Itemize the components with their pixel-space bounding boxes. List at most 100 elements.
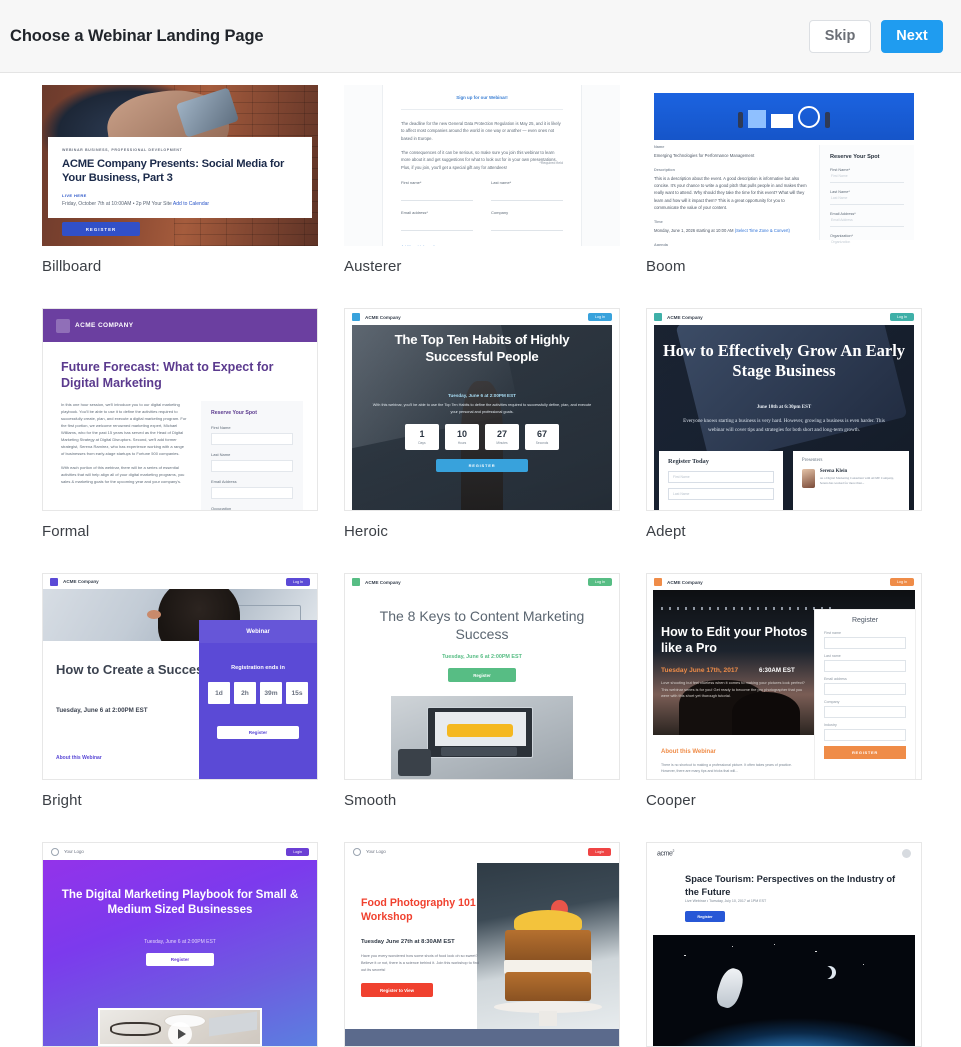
playbook-title: The Digital Marketing Playbook for Small… [61, 888, 299, 917]
boom-timezone-link[interactable]: (Select Time Zone & Convert) [735, 228, 790, 233]
template-card-billboard[interactable]: WEBINAR BUSINESS, PROFESSIONAL DEVELOPME… [42, 85, 318, 308]
food-register-button[interactable]: Register to View [361, 983, 433, 997]
countdown-unit: 2h [234, 682, 256, 704]
cooper-form-label: First name [824, 631, 841, 635]
formal-paragraph-1: In this one hour session, we'll introduc… [61, 402, 187, 456]
boom-name-value: Emerging Technologies for Performance Ma… [654, 153, 755, 158]
bright-login-button[interactable]: Log In [286, 577, 310, 586]
heroic-title: The Top Ten Habits of Highly Successful … [394, 332, 570, 365]
bright-register-button[interactable]: Register [217, 726, 299, 739]
template-label-cooper: Cooper [646, 792, 696, 809]
template-preview-adept[interactable]: ACME Company Log In How to Effectively G… [646, 308, 922, 511]
billboard-title: ACME Company Presents: Social Media for … [62, 158, 285, 185]
billboard-calendar-link[interactable]: Add to Calendar [173, 201, 209, 207]
template-preview-smooth[interactable]: ACME Company Log In The 8 Keys to Conten… [344, 573, 620, 780]
adept-title: How to Effectively Grow An Early Stage B… [662, 341, 906, 381]
template-grid: WEBINAR BUSINESS, PROFESSIONAL DEVELOPME… [0, 73, 961, 1047]
play-icon[interactable] [168, 1021, 192, 1044]
playbook-register-button[interactable]: Register [146, 953, 214, 966]
template-card-boom[interactable]: Name Emerging Technologies for Performan… [646, 85, 922, 308]
austerer-top-link[interactable]: Sign up for our Webinar! [401, 95, 563, 100]
template-preview-heroic[interactable]: ACME Company Log In The Top Ten Habits o… [344, 308, 620, 511]
smooth-date: Tuesday, June 6 at 2:00PM EST [442, 654, 522, 660]
template-card-cooper[interactable]: ACME Company Log In How to Edit your Pho… [646, 573, 922, 842]
smooth-login-button[interactable]: Log In [588, 578, 612, 586]
bright-about-link[interactable]: About this Webinar [56, 755, 102, 761]
boom-time-label: Time [654, 219, 663, 224]
formal-form-input[interactable] [211, 487, 293, 499]
template-card-space[interactable]: acme2 Space Tourism: Perspectives on the… [646, 842, 922, 1047]
formal-form-title: Reserve Your Spot [211, 410, 257, 416]
austerer-required-note: *Required field [539, 161, 563, 165]
adept-register-input[interactable]: First Name [668, 471, 774, 483]
template-preview-boom[interactable]: Name Emerging Technologies for Performan… [646, 85, 922, 246]
playbook-login-button[interactable]: Login [286, 847, 309, 856]
template-card-formal[interactable]: ACME COMPANY Future Forecast: What to Ex… [42, 308, 318, 573]
food-subtitle: Have you every wondered how some shots o… [361, 954, 479, 972]
boom-form-input[interactable]: First Name [830, 174, 904, 183]
bright-registration-panel: Webinar Registration ends in 1d 2h 39m 1… [199, 620, 317, 779]
template-preview-formal[interactable]: ACME COMPANY Future Forecast: What to Ex… [42, 308, 318, 511]
star-icon [815, 950, 817, 952]
cooper-form-input[interactable] [824, 660, 906, 672]
adept-login-button[interactable]: Log In [890, 313, 914, 321]
template-card-austerer[interactable]: Sign up for our Webinar! The deadline fo… [344, 85, 620, 308]
skip-button[interactable]: Skip [809, 19, 871, 53]
food-login-button[interactable]: Login [588, 847, 611, 856]
template-card-bright[interactable]: ACME Company Log In How to Create a Succ… [42, 573, 318, 842]
template-preview-cooper[interactable]: ACME Company Log In How to Edit your Pho… [646, 573, 922, 780]
space-brand-sup: 2 [672, 848, 675, 853]
avatar[interactable] [902, 848, 911, 858]
template-preview-bright[interactable]: ACME Company Log In How to Create a Succ… [42, 573, 318, 780]
austerer-additional-label: Additional Information [401, 244, 563, 246]
austerer-field-input[interactable] [491, 188, 563, 202]
cooper-about-title: About this Webinar [661, 749, 716, 755]
heroic-navbar: ACME Company Log In [345, 309, 619, 325]
logo-icon [352, 578, 360, 586]
formal-form-input[interactable] [211, 433, 293, 445]
template-preview-playbook[interactable]: Your Logo Login The Digital Marketing Pl… [42, 842, 318, 1047]
boom-form-input[interactable]: Email Address [830, 218, 904, 227]
adept-register-input[interactable]: Last Name [668, 488, 774, 500]
template-preview-space[interactable]: acme2 Space Tourism: Perspectives on the… [646, 842, 922, 1047]
template-card-heroic[interactable]: ACME Company Log In The Top Ten Habits o… [344, 308, 620, 573]
sofa-shape [447, 723, 513, 737]
formal-form-input[interactable] [211, 460, 293, 472]
billboard-register-button[interactable]: REGISTER [62, 222, 140, 236]
template-card-smooth[interactable]: ACME Company Log In The 8 Keys to Conten… [344, 573, 620, 842]
boom-form-input[interactable]: Last Name [830, 196, 904, 205]
austerer-field-input[interactable] [401, 188, 473, 202]
cooper-form-input[interactable] [824, 683, 906, 695]
next-button[interactable]: Next [881, 19, 943, 53]
cooper-form-input[interactable] [824, 706, 906, 718]
template-card-playbook[interactable]: Your Logo Login The Digital Marketing Pl… [42, 842, 318, 1047]
austerer-field-input[interactable] [491, 218, 563, 232]
template-card-food[interactable]: Your Logo Login Food Photography 101 Wor… [344, 842, 620, 1047]
smooth-register-button[interactable]: Register [448, 668, 516, 682]
template-preview-austerer[interactable]: Sign up for our Webinar! The deadline fo… [344, 85, 620, 246]
boom-content: Name Emerging Technologies for Performan… [654, 145, 809, 246]
ear-shape [147, 609, 161, 620]
heroic-register-button[interactable]: REGISTER [436, 459, 528, 472]
template-preview-billboard[interactable]: WEBINAR BUSINESS, PROFESSIONAL DEVELOPME… [42, 85, 318, 246]
cooper-form-input[interactable] [824, 637, 906, 649]
cooper-form-input[interactable] [824, 729, 906, 741]
cooper-login-button[interactable]: Log In [890, 578, 914, 586]
magnifier-icon [798, 105, 820, 128]
template-label-adept: Adept [646, 523, 686, 540]
heroic-brand: ACME Company [365, 314, 401, 320]
countdown-unit: 10 Hours [445, 424, 479, 450]
square-shape [748, 109, 766, 128]
cooper-form-title: Register [851, 617, 879, 624]
template-preview-food[interactable]: Your Logo Login Food Photography 101 Wor… [344, 842, 620, 1047]
playbook-video-thumbnail[interactable] [98, 1008, 262, 1046]
space-register-button[interactable]: Register [685, 911, 725, 922]
cooper-register-button[interactable]: REGISTER [824, 746, 906, 759]
austerer-field-input[interactable] [401, 218, 473, 232]
template-card-adept[interactable]: ACME Company Log In How to Effectively G… [646, 308, 922, 573]
heroic-login-button[interactable]: Log In [588, 313, 612, 321]
boom-form-input[interactable]: Organization [830, 240, 904, 246]
playbook-brand: Your Logo [64, 849, 84, 854]
astronaut-shape [712, 965, 747, 1011]
cooper-brand: ACME Company [667, 579, 703, 585]
